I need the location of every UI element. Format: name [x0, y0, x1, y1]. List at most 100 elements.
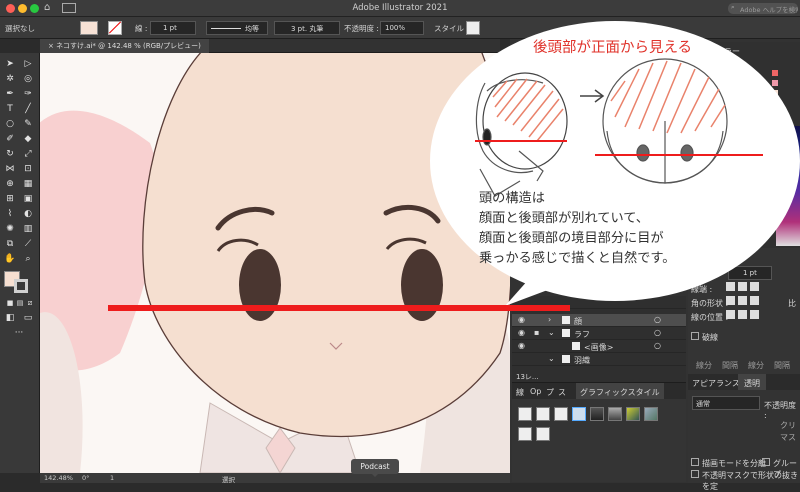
dash-field-1[interactable]: 線分 — [696, 360, 712, 371]
invert-mask-label: マス — [780, 433, 796, 442]
scale-tool-icon[interactable]: ⤢ — [21, 148, 35, 160]
screen-mode-icon[interactable]: ▭ — [21, 312, 35, 324]
title-bar: ⌂ Adobe Illustrator 2021 ⌕ Adobe ヘルプを検索 — [0, 0, 800, 17]
gap-field-1[interactable]: 間隔 — [722, 360, 738, 371]
annotation-line: 乗っかる感じで描くと自然です。 — [479, 251, 676, 266]
tab-graphic-styles[interactable]: グラフィックスタイル — [576, 383, 664, 399]
align-outside-icon[interactable] — [750, 310, 759, 319]
opacity-label: 不透明度 : — [344, 24, 379, 33]
stroke-profile-select[interactable]: 均等 — [206, 21, 268, 35]
stroke-label: 線 : — [135, 24, 148, 33]
graphic-style-9[interactable] — [518, 427, 532, 441]
shaper-tool-icon[interactable]: ✐ — [3, 133, 17, 145]
chevron-down-icon[interactable]: ⌄ — [548, 354, 555, 363]
graphic-style-3[interactable] — [554, 407, 568, 421]
graphic-style-4[interactable] — [572, 407, 586, 421]
annotation-line: 顔面と後頭部の境目部分に目が — [479, 231, 664, 246]
align-center-icon[interactable] — [726, 310, 735, 319]
blend-mode-select[interactable]: 通常 — [692, 396, 760, 410]
graphic-style-2[interactable] — [536, 407, 550, 421]
width-tool-icon[interactable]: ⋈ — [3, 163, 17, 175]
type-tool-icon[interactable]: T — [3, 103, 17, 115]
none-mode-icon[interactable]: ⧄ — [23, 297, 37, 309]
podcast-tooltip: Podcast — [351, 459, 399, 477]
direct-selection-tool-icon[interactable]: ▷ — [21, 58, 35, 70]
rotate-tool-icon[interactable]: ↻ — [3, 148, 17, 160]
tab-pathfinder[interactable]: プ — [546, 387, 554, 398]
blend-tool-icon[interactable]: ◐ — [21, 208, 35, 220]
document-tab[interactable]: × ネコすけ.ai* @ 142.48 % (RGB/プレビュー) — [40, 39, 209, 53]
eraser-tool-icon[interactable]: ◆ — [21, 133, 35, 145]
lock-icon[interactable]: ▪ — [534, 328, 539, 337]
graphic-style-8[interactable] — [644, 407, 658, 421]
slice-tool-icon[interactable]: ⟋ — [21, 238, 35, 250]
graphic-styles-tabs: 線 Op プ ス グラフィックスタイル — [512, 383, 686, 399]
paintbrush-tool-icon[interactable]: ✎ — [21, 118, 35, 130]
knockout-checkbox[interactable] — [762, 458, 770, 466]
line-tool-icon[interactable]: ╱ — [21, 103, 35, 115]
pen-tool-icon[interactable]: ✒ — [3, 88, 17, 100]
perspective-grid-icon[interactable]: ▦ — [21, 178, 35, 190]
tab-swatches[interactable]: ス — [558, 387, 566, 398]
layer-row-rough[interactable]: ◉ ▪ ⌄ ラフ ○ — [512, 327, 686, 340]
selection-tool-icon[interactable]: ➤ — [3, 58, 17, 70]
shape-builder-icon[interactable]: ⊕ — [3, 178, 17, 190]
eye-icon[interactable]: ◉ — [518, 328, 525, 337]
graphic-style-7[interactable] — [626, 407, 640, 421]
layer-row-face[interactable]: ◉ › 顔 ○ — [512, 314, 686, 327]
hand-tool-icon[interactable]: ✋ — [3, 253, 17, 265]
align-inside-icon[interactable] — [738, 310, 747, 319]
edit-toolbar-icon[interactable]: ··· — [12, 327, 26, 339]
tab-opacity[interactable]: Op — [530, 387, 541, 396]
gap-field-2[interactable]: 間隔 — [774, 360, 790, 371]
fill-swatch[interactable] — [80, 21, 98, 35]
isolate-blending-checkbox[interactable] — [691, 458, 699, 466]
tab-transparency[interactable]: 透明 — [738, 374, 766, 390]
stroke-width-field[interactable]: 1 pt — [150, 21, 196, 35]
tab-stroke[interactable]: 線 — [516, 387, 524, 398]
dash-field-2[interactable]: 線分 — [748, 360, 764, 371]
dash-label: 破線 — [702, 333, 718, 342]
rotation-angle[interactable]: 0° — [82, 474, 89, 482]
target-icon[interactable]: ○ — [654, 315, 661, 324]
ellipse-tool-icon[interactable]: ○ — [3, 118, 17, 130]
transparency-opacity-label: 不透明度 : — [764, 401, 796, 420]
symbol-sprayer-icon[interactable]: ✺ — [3, 223, 17, 235]
graph-tool-icon[interactable]: ▥ — [21, 223, 35, 235]
layer-row-image[interactable]: ◉ <画像> ○ — [512, 340, 686, 353]
eye-icon[interactable]: ◉ — [518, 315, 525, 324]
opacity-field[interactable]: 100% — [380, 21, 424, 35]
zoom-tool-icon[interactable]: ⌕ — [21, 253, 35, 265]
mesh-tool-icon[interactable]: ⊞ — [3, 193, 17, 205]
draw-mode-icon[interactable]: ◧ — [3, 312, 17, 324]
eyedropper-tool-icon[interactable]: ⌇ — [3, 208, 17, 220]
graphic-style-default[interactable] — [518, 407, 532, 421]
target-icon[interactable]: ○ — [654, 341, 661, 350]
eye-icon[interactable]: ◉ — [518, 341, 525, 350]
graphic-style-5[interactable] — [590, 407, 604, 421]
brush-select[interactable]: 3 pt. 丸筆 — [274, 21, 340, 35]
graphic-styles-panel: 線 Op プ ス グラフィックスタイル — [512, 382, 686, 482]
curvature-tool-icon[interactable]: ✑ — [21, 88, 35, 100]
annotation-body: 頭の構造は 顔面と後頭部が別れていて、 顔面と後頭部の境目部分に目が 乗っかる感… — [479, 189, 676, 269]
page-number[interactable]: 1 — [110, 474, 114, 482]
target-icon[interactable]: ○ — [654, 328, 661, 337]
zoom-level[interactable]: 142.48% — [44, 474, 73, 482]
lasso-tool-icon[interactable]: ◎ — [21, 73, 35, 85]
dash-checkbox[interactable] — [691, 332, 699, 340]
close-icon[interactable]: × — [48, 42, 54, 50]
chevron-down-icon[interactable]: ⌄ — [548, 328, 555, 337]
gradient-tool-icon[interactable]: ▣ — [21, 193, 35, 205]
artboard-tool-icon[interactable]: ⧉ — [3, 238, 17, 250]
stroke-swatch[interactable] — [108, 21, 122, 35]
opacity-mask-checkbox[interactable] — [691, 470, 699, 478]
chevron-right-icon[interactable]: › — [548, 315, 551, 324]
tab-appearance[interactable]: アピアランス — [692, 378, 740, 389]
help-search-input[interactable]: ⌕ Adobe ヘルプを検索 — [728, 3, 798, 14]
layer-row-haori[interactable]: ⌄ 羽織 — [512, 353, 686, 366]
magic-wand-icon[interactable]: ✲ — [3, 73, 17, 85]
graphic-style-6[interactable] — [608, 407, 622, 421]
graphic-style-10[interactable] — [536, 427, 550, 441]
free-transform-icon[interactable]: ⊡ — [21, 163, 35, 175]
stroke-color-box[interactable] — [14, 279, 28, 293]
